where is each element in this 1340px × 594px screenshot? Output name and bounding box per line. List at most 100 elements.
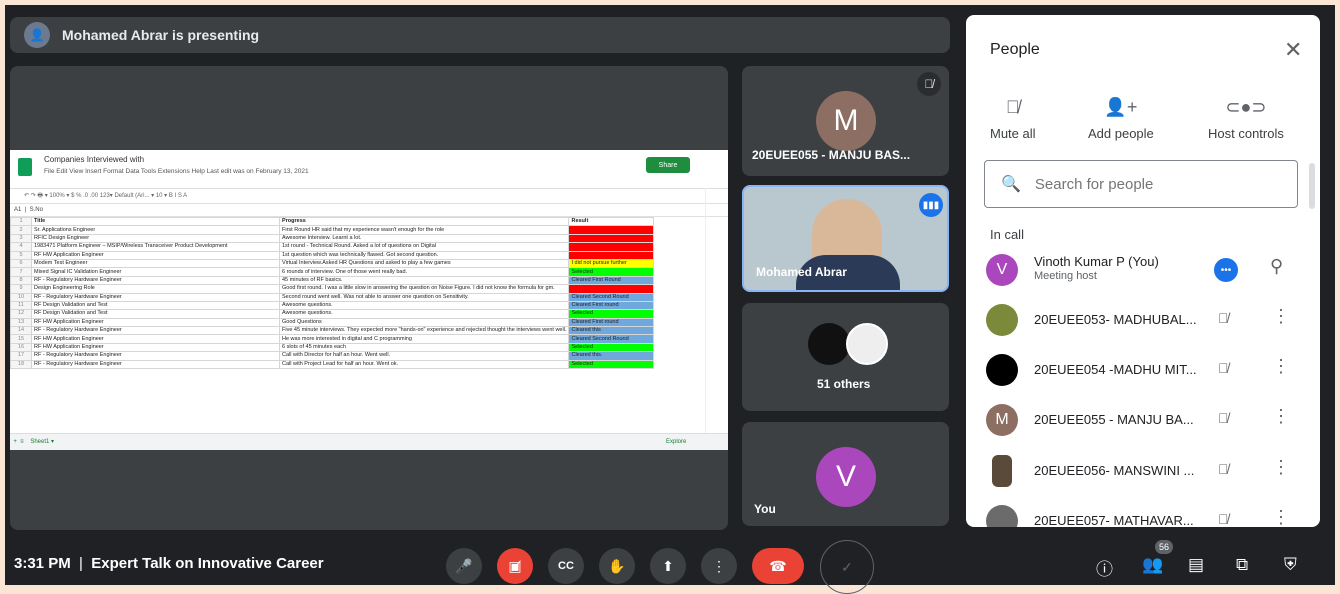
people-search[interactable]: 🔍: [984, 160, 1298, 208]
table-cell: RF Design Validation and Test: [31, 300, 280, 311]
participant-name: 20EUEE055 - MANJU BA...: [1034, 412, 1194, 427]
close-icon[interactable]: ✕: [1284, 37, 1302, 63]
participant-row[interactable]: M 20EUEE055 - MANJU BA... 🎙̸ ⋮: [986, 400, 1306, 440]
participant-row[interactable]: 20EUEE053- MADHUBAL... 🎙̸ ⋮: [986, 300, 1306, 340]
info-icon: ⓘ: [1096, 560, 1113, 579]
mic-off-icon[interactable]: 🎙̸: [1218, 360, 1229, 376]
more-vert-icon[interactable]: ⋮: [1272, 306, 1290, 327]
mic-off-icon[interactable]: 🎙̸: [1218, 310, 1229, 326]
table-cell: 7: [10, 267, 32, 277]
confirm-button[interactable]: ✓: [820, 540, 874, 594]
more-vert-icon[interactable]: ⋮: [1272, 457, 1290, 478]
participant-tile-abrar[interactable]: ▮▮▮ Mohamed Abrar: [742, 185, 949, 292]
table-cell: 16: [10, 342, 32, 353]
pin-icon[interactable]: ⚲: [1270, 256, 1283, 277]
table-cell: RF - Regulatory Hardware Engineer: [31, 275, 280, 286]
add-people-button[interactable]: 👤+ Add people: [1088, 97, 1154, 141]
participant-row[interactable]: 20EUEE056- MANSWINI ... 🎙̸ ⋮: [986, 451, 1306, 491]
table-cell: Selected: [568, 309, 655, 319]
table-cell: [568, 284, 655, 294]
tile-name-you: You: [754, 502, 776, 516]
shared-screen[interactable]: Companies Interviewed with File Edit Vie…: [10, 66, 728, 530]
table-cell: RF HW Application Engineer: [31, 342, 280, 353]
captions-icon: CC: [558, 560, 574, 572]
table-cell: Good first round. I was a little slow in…: [278, 284, 570, 294]
table-row: 9 Design Engineering Role Good first round…: [10, 284, 655, 294]
sheet-menus: File Edit View Insert Format Data Tools …: [44, 168, 309, 175]
participant-name: 20EUEE056- MANSWINI ...: [1034, 463, 1195, 478]
table-cell: RF - Regulatory Hardware Engineer: [31, 292, 280, 302]
mic-button[interactable]: 🎤: [446, 548, 482, 584]
participant-tile-others[interactable]: 51 others: [742, 303, 949, 411]
table-cell: Sr. Applications Engineer: [31, 225, 280, 235]
meeting-details-button[interactable]: ⓘ: [1096, 555, 1113, 580]
add-person-icon: 👤+: [1104, 97, 1138, 117]
table-cell: Title: [31, 216, 280, 227]
mic-off-icon[interactable]: 🎙̸: [1218, 511, 1229, 527]
mic-off-icon[interactable]: 🎙̸: [1218, 461, 1229, 477]
table-cell: [568, 250, 655, 260]
mute-all-button[interactable]: 🎙̸ Mute all: [990, 97, 1036, 141]
more-vert-icon[interactable]: ⋮: [1272, 507, 1290, 527]
sheet-tab: Sheet1: [30, 439, 50, 445]
table-cell: RF HW Application Engineer: [31, 334, 280, 344]
table-cell: Cleared First round: [568, 317, 655, 328]
table-cell: RF - Regulatory Hardware Engineer: [31, 351, 280, 361]
table-cell: RF HW Application Engineer: [31, 317, 280, 328]
activities-button[interactable]: ⧉: [1236, 555, 1248, 575]
mic-off-icon[interactable]: 🎙̸: [1218, 410, 1229, 426]
table-row: 5 RF HW Application Engineer 1st question …: [10, 250, 655, 260]
hang-up-icon: ☎: [769, 557, 787, 574]
table-cell: Call with Director for half an hour. Wen…: [278, 351, 570, 361]
participant-tile-you[interactable]: V You: [742, 422, 949, 526]
table-row: 4 1983471 Platform Engineer – MSIP/Wirele…: [10, 242, 655, 252]
participant-name: 20EUEE057- MATHAVAR...: [1034, 513, 1194, 527]
participant-count-badge: 56: [1155, 540, 1173, 554]
panel-scrollbar[interactable]: [1309, 163, 1315, 209]
table-cell: Cleared First Round: [568, 275, 655, 286]
camera-off-icon: ▣̸: [508, 557, 522, 574]
table-row: 8 RF - Regulatory Hardware Engineer 45 min…: [10, 275, 655, 286]
chat-icon: ▤: [1188, 555, 1205, 574]
leave-call-button[interactable]: ☎: [752, 548, 804, 584]
raise-hand-button[interactable]: ✋: [599, 548, 635, 584]
participant-row[interactable]: V Vinoth Kumar P (You) Meeting host ••• …: [986, 250, 1306, 290]
table-cell: Good Questions: [278, 317, 570, 328]
table-row: 16 RF HW Application Engineer 6 slots of 4…: [10, 342, 655, 353]
host-controls-shield-button[interactable]: ⛨: [1284, 555, 1297, 575]
table-cell: Cleared Second Round: [568, 334, 655, 344]
search-input[interactable]: [1032, 174, 1277, 194]
meeting-info: 3:31 PM | Expert Talk on Innovative Care…: [14, 555, 324, 572]
captions-button[interactable]: CC: [548, 548, 584, 584]
present-button[interactable]: ⬆: [650, 548, 686, 584]
more-vert-icon[interactable]: ⋮: [1272, 356, 1290, 377]
table-cell: Design Engineering Role: [31, 284, 280, 294]
table-cell: 18: [10, 359, 32, 370]
meeting-title: Expert Talk on Innovative Career: [91, 555, 324, 572]
more-options-button[interactable]: ⋮: [701, 548, 737, 584]
table-cell: 1: [10, 216, 32, 227]
mute-all-label: Mute all: [990, 126, 1036, 141]
participant-tile-manju[interactable]: M 🎙̸ 20EUEE055 - MANJU BAS...: [742, 66, 949, 176]
more-vert-icon[interactable]: ⋮: [1272, 406, 1290, 427]
participant-row[interactable]: 20EUEE057- MATHAVAR... 🎙̸ ⋮: [986, 501, 1306, 527]
people-button[interactable]: 👥: [1142, 555, 1163, 575]
participant-row[interactable]: 20EUEE054 -MADHU MIT... 🎙̸ ⋮: [986, 350, 1306, 390]
table-cell: 10: [10, 292, 32, 302]
host-controls-button[interactable]: ⊂●⊃ Host controls: [1208, 97, 1284, 141]
toggle-icon: ⊂●⊃: [1225, 97, 1267, 117]
table-cell: Selected: [568, 342, 655, 353]
camera-off-button[interactable]: ▣̸: [497, 548, 533, 584]
formula-bar: A1 | S.No: [10, 204, 728, 217]
table-cell: [568, 233, 655, 244]
sheet-table: 1 Title Progress Result 2 Sr. Applications En…: [10, 216, 655, 370]
others-avatar-1: [808, 323, 850, 365]
chat-button[interactable]: ▤: [1188, 555, 1204, 575]
avatar: M: [986, 404, 1018, 436]
table-cell: RF Design Validation and Test: [31, 309, 280, 319]
sheet-header: Companies Interviewed with File Edit Vie…: [10, 150, 728, 189]
people-icon: 👥: [1142, 555, 1164, 574]
more-options-icon[interactable]: •••: [1214, 258, 1238, 282]
presenter-avatar: 👤: [24, 22, 50, 48]
table-cell: 15: [10, 334, 32, 344]
